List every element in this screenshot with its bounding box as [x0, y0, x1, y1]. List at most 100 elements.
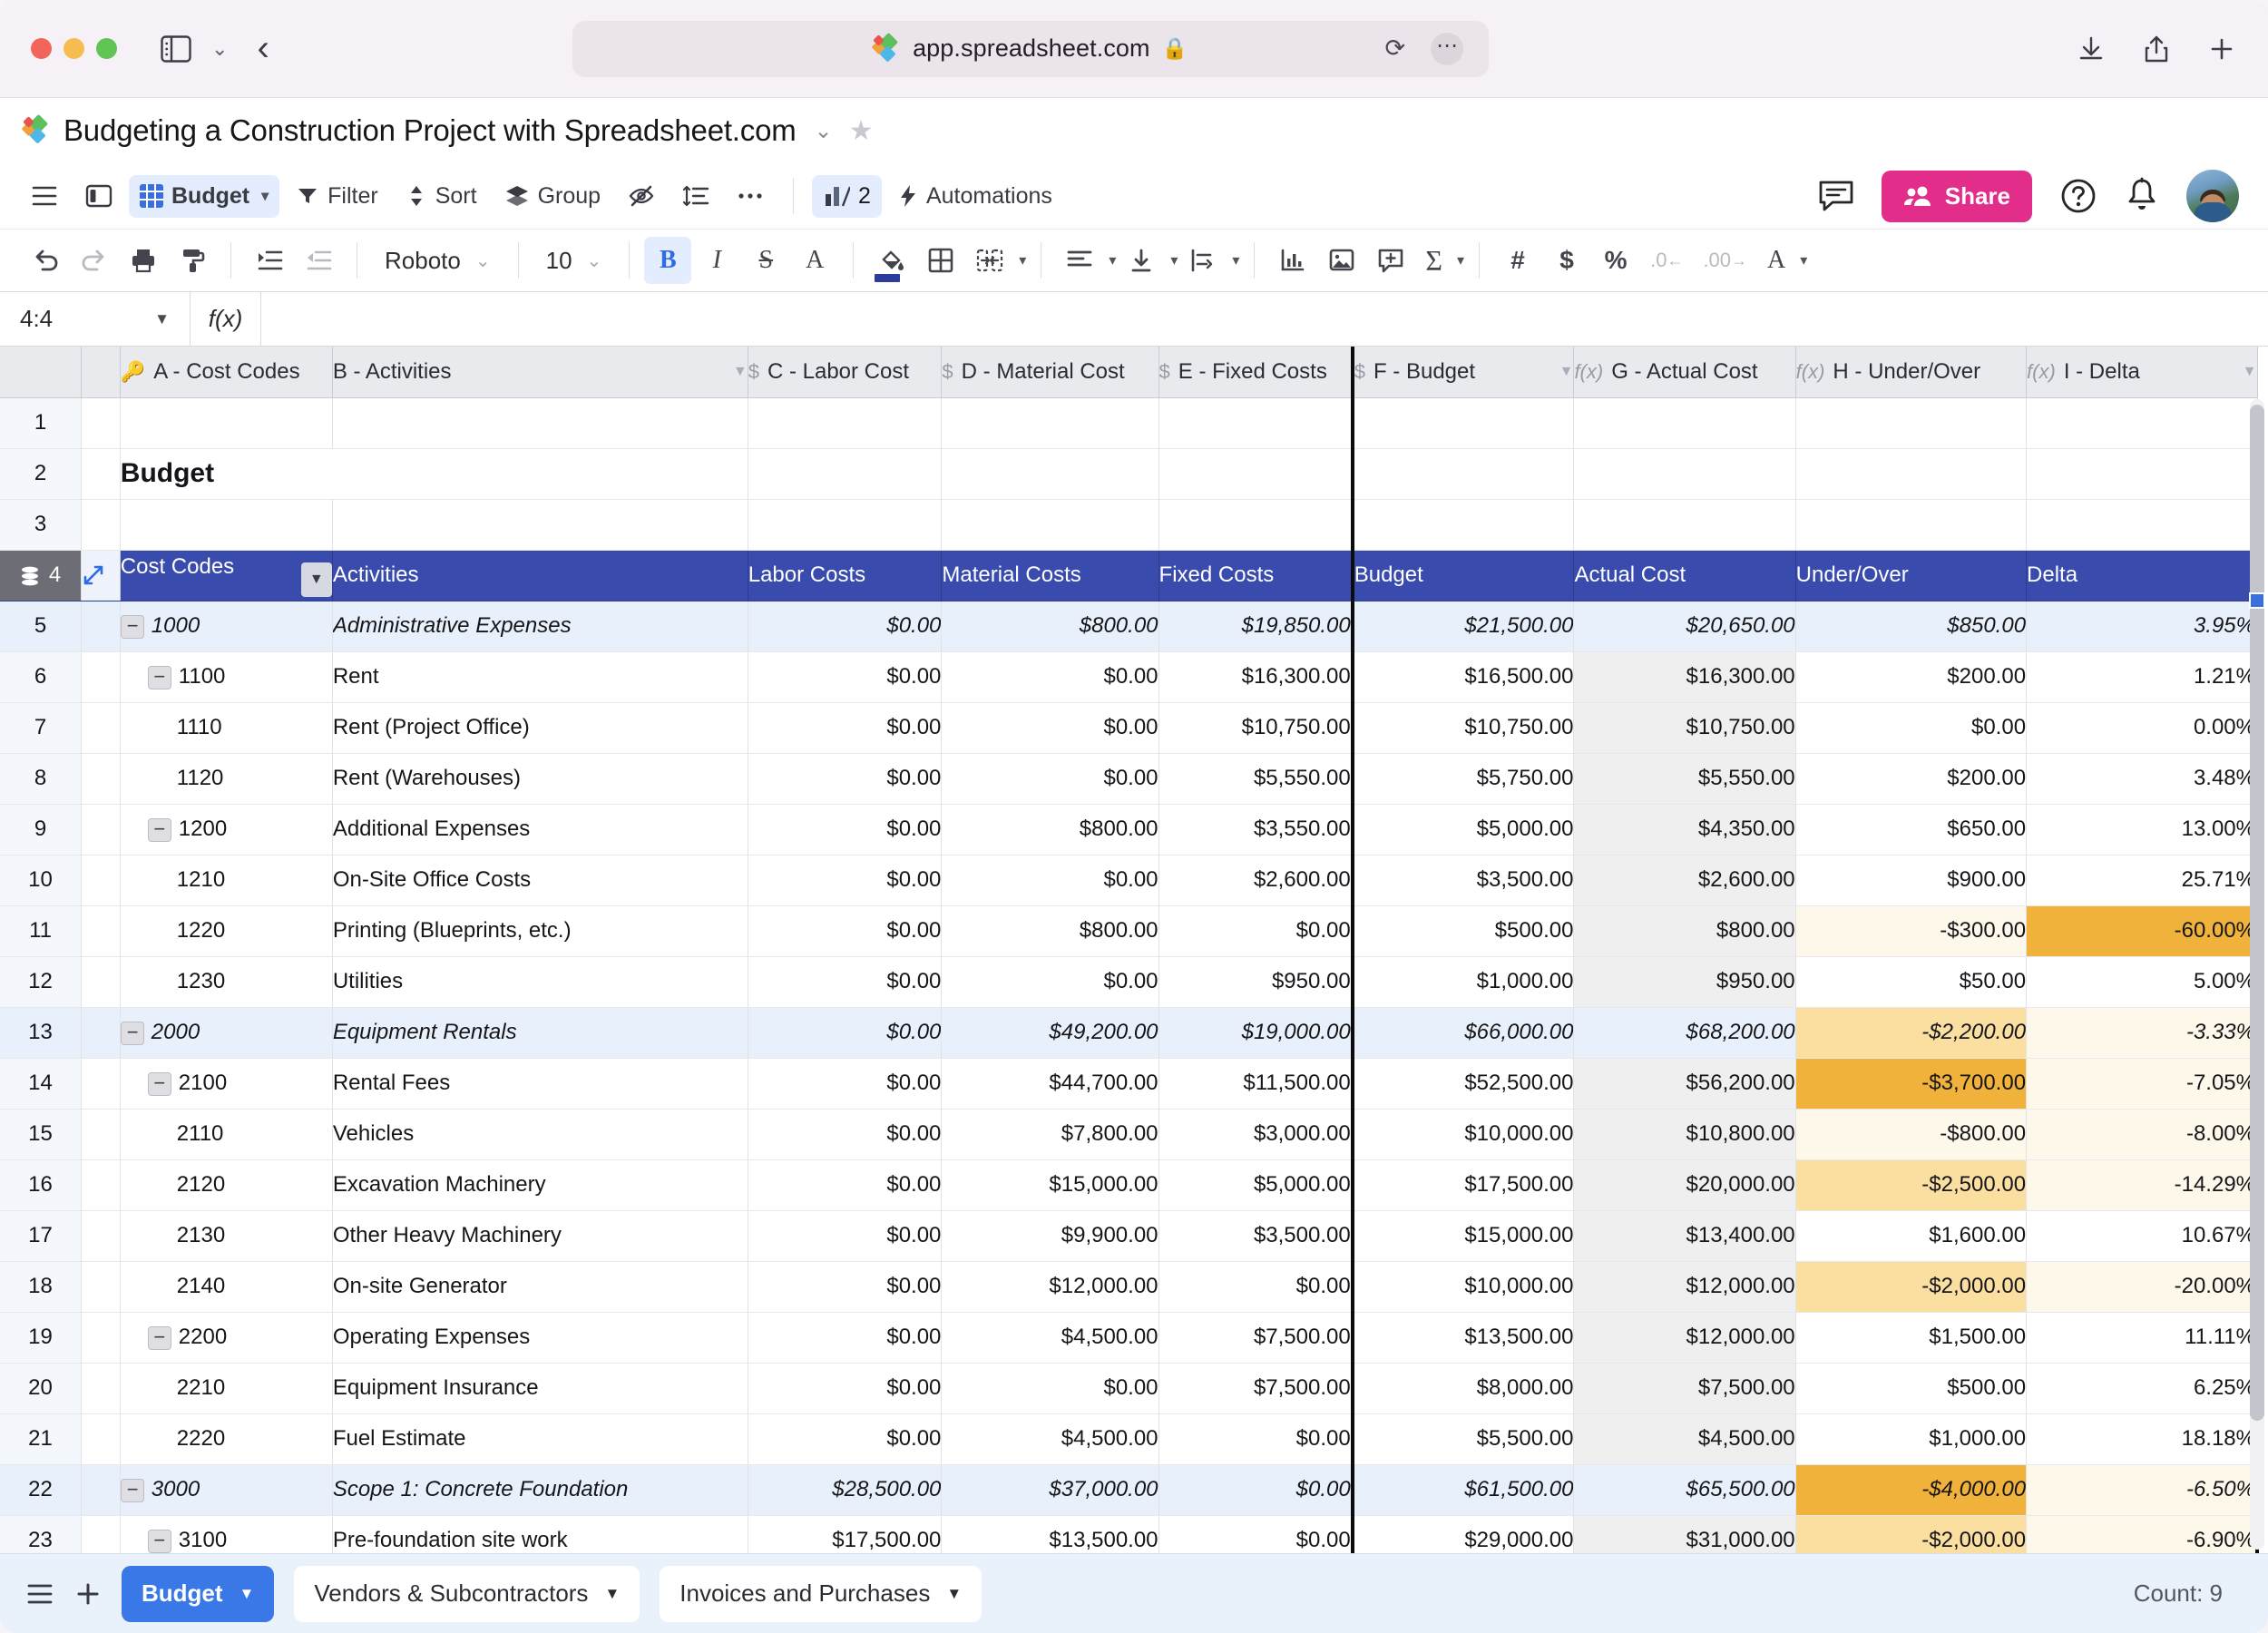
cell-delta[interactable]: 5.00%	[2026, 956, 2260, 1008]
cell-under-over[interactable]: $500.00	[1795, 1363, 2028, 1414]
cell-fixed-cost[interactable]: $2,600.00	[1158, 855, 1354, 906]
chevron-down-icon[interactable]: ▼	[733, 364, 747, 380]
table-header-cell-fixed-costs[interactable]: Fixed Costs	[1158, 550, 1354, 601]
grid-row[interactable]: 1	[0, 397, 2258, 449]
chevron-down-icon[interactable]: ▼	[2243, 364, 2256, 380]
table-row[interactable]: 15 2110 Vehicles $0.00 $7,800.00 $3,000.00 $10…	[0, 1109, 2260, 1160]
table-header-cell-under-over[interactable]: Under/Over	[1795, 550, 2028, 601]
cell-activity[interactable]: Fuel Estimate	[332, 1413, 748, 1465]
cell-fixed-cost[interactable]: $3,500.00	[1158, 1210, 1354, 1262]
sum-chevron-down-icon[interactable]: ▾	[1457, 251, 1464, 269]
cell-material-cost[interactable]: $4,500.00	[941, 1413, 1159, 1465]
grid-cell[interactable]	[941, 448, 1159, 500]
vertical-scrollbar[interactable]	[2250, 399, 2264, 1550]
row-number[interactable]: 22	[0, 1464, 83, 1516]
grid-cell[interactable]	[1350, 397, 1575, 449]
cell-activity[interactable]: Rent	[332, 651, 748, 703]
fx-icon[interactable]: f(x)	[191, 292, 261, 346]
expand-row-icon[interactable]	[81, 550, 121, 601]
undo-icon[interactable]	[22, 237, 69, 284]
grid-cell[interactable]	[1350, 499, 1575, 551]
table-row[interactable]: 13−2000 Equipment Rentals $0.00 $49,200.00 $…	[0, 1007, 2260, 1059]
table-row[interactable]: 11 1220 Printing (Blueprints, etc.) $0.00 $8…	[0, 905, 2260, 957]
insert-comment-icon[interactable]	[1367, 237, 1414, 284]
cell-material-cost[interactable]: $12,000.00	[941, 1261, 1159, 1313]
wrap-chevron-down-icon[interactable]: ▾	[1232, 251, 1239, 269]
cell-budget[interactable]: $500.00	[1350, 905, 1575, 957]
grid-cell[interactable]	[1795, 397, 2028, 449]
column-header-h[interactable]: f(x) H - Under/Over	[1795, 347, 2028, 398]
cell-activity[interactable]: Vehicles	[332, 1109, 748, 1160]
sheet-tab-vendors-subcontractors[interactable]: Vendors & Subcontractors ▼	[294, 1565, 640, 1622]
cell-delta[interactable]: -3.33%	[2026, 1007, 2260, 1059]
cell-under-over[interactable]: $200.00	[1795, 753, 2028, 805]
charts-panel-button[interactable]: 2	[812, 174, 882, 218]
cell-fixed-cost[interactable]: $0.00	[1158, 1464, 1354, 1516]
filter-button[interactable]: Filter	[285, 175, 389, 218]
font-size-select[interactable]: 10 ⌄	[533, 247, 615, 275]
row-height-icon[interactable]	[671, 176, 720, 216]
cell-actual-cost[interactable]: $4,350.00	[1573, 804, 1796, 856]
chevron-down-icon[interactable]: ▼	[604, 1585, 620, 1603]
sum-sigma-icon[interactable]: Σ	[1416, 237, 1452, 284]
row-number[interactable]: 17	[0, 1210, 83, 1262]
paint-format-icon[interactable]	[169, 237, 216, 284]
cell-activity[interactable]: Rent (Warehouses)	[332, 753, 748, 805]
table-row[interactable]: 10 1210 On-Site Office Costs $0.00 $0.00 $2,6…	[0, 855, 2260, 906]
cell-actual-cost[interactable]: $10,800.00	[1573, 1109, 1796, 1160]
cell-fixed-cost[interactable]: $7,500.00	[1158, 1312, 1354, 1364]
cell-delta[interactable]: -6.50%	[2026, 1464, 2260, 1516]
cell-delta[interactable]: 3.48%	[2026, 753, 2260, 805]
cell-delta[interactable]: -6.90%	[2026, 1515, 2260, 1553]
format-percent-button[interactable]: %	[1592, 237, 1639, 284]
cell-delta[interactable]: -20.00%	[2026, 1261, 2260, 1313]
cell-labor-cost[interactable]: $0.00	[748, 651, 943, 703]
cell-under-over[interactable]: $1,600.00	[1795, 1210, 2028, 1262]
cell-budget[interactable]: $5,750.00	[1350, 753, 1575, 805]
table-row[interactable]: 12 1230 Utilities $0.00 $0.00 $950.00 $1,000.0…	[0, 956, 2260, 1008]
cell-activity[interactable]: Utilities	[332, 956, 748, 1008]
sort-button[interactable]: Sort	[395, 175, 488, 218]
minimize-window-button[interactable]	[64, 38, 84, 59]
table-row[interactable]: 21 2220 Fuel Estimate $0.00 $4,500.00 $0.00 $5…	[0, 1413, 2260, 1465]
cell-budget[interactable]: $29,000.00	[1350, 1515, 1575, 1553]
cell-delta[interactable]: 1.21%	[2026, 651, 2260, 703]
cell-cost-code[interactable]: 2120	[120, 1159, 333, 1211]
grid-cell[interactable]	[941, 499, 1159, 551]
cell-labor-cost[interactable]: $0.00	[748, 1363, 943, 1414]
hide-fields-icon[interactable]	[617, 176, 666, 216]
cell-cost-code[interactable]: −2100	[120, 1058, 333, 1110]
indent-increase-icon[interactable]	[246, 237, 293, 284]
cell-labor-cost[interactable]: $0.00	[748, 855, 943, 906]
cell-material-cost[interactable]: $4,500.00	[941, 1312, 1159, 1364]
vertical-align-icon[interactable]	[1118, 237, 1165, 284]
collapse-toggle-icon[interactable]: −	[120, 614, 144, 639]
cell-delta[interactable]: 11.11%	[2026, 1312, 2260, 1364]
cell-labor-cost[interactable]: $0.00	[748, 1159, 943, 1211]
cell-budget[interactable]: $5,500.00	[1350, 1413, 1575, 1465]
cell-labor-cost[interactable]: $17,500.00	[748, 1515, 943, 1553]
cell-fixed-cost[interactable]: $0.00	[1158, 1413, 1354, 1465]
cell-actual-cost[interactable]: $68,200.00	[1573, 1007, 1796, 1059]
chevron-down-icon[interactable]: ▼	[240, 1585, 255, 1603]
row-number[interactable]: 5	[0, 601, 83, 652]
cell-fixed-cost[interactable]: $0.00	[1158, 1261, 1354, 1313]
row-number[interactable]: 9	[0, 804, 83, 856]
cell-cost-code[interactable]: −3100	[120, 1515, 333, 1553]
cell-material-cost[interactable]: $44,700.00	[941, 1058, 1159, 1110]
table-row[interactable]: 19−2200 Operating Expenses $0.00 $4,500.00 $…	[0, 1312, 2260, 1364]
cell-fixed-cost[interactable]: $3,550.00	[1158, 804, 1354, 856]
column-header-c[interactable]: $ C - Labor Cost	[748, 347, 943, 398]
cell-actual-cost[interactable]: $20,650.00	[1573, 601, 1796, 652]
cell-under-over[interactable]: $650.00	[1795, 804, 2028, 856]
grid-scroll-area[interactable]: 🔑 A - Cost Codes B - Activities ▼ $ C - …	[0, 347, 2268, 1553]
chevron-down-icon[interactable]: ▼	[1559, 364, 1573, 380]
cell-fixed-cost[interactable]: $10,750.00	[1158, 702, 1354, 754]
hamburger-menu-icon[interactable]	[20, 176, 69, 216]
row-number[interactable]: 20	[0, 1363, 83, 1414]
cell-activity[interactable]: Scope 1: Concrete Foundation	[332, 1464, 748, 1516]
cell-actual-cost[interactable]: $950.00	[1573, 956, 1796, 1008]
cell-budget[interactable]: $10,000.00	[1350, 1109, 1575, 1160]
sheet-menu-icon[interactable]	[25, 1582, 54, 1606]
cell-material-cost[interactable]: $0.00	[941, 1363, 1159, 1414]
